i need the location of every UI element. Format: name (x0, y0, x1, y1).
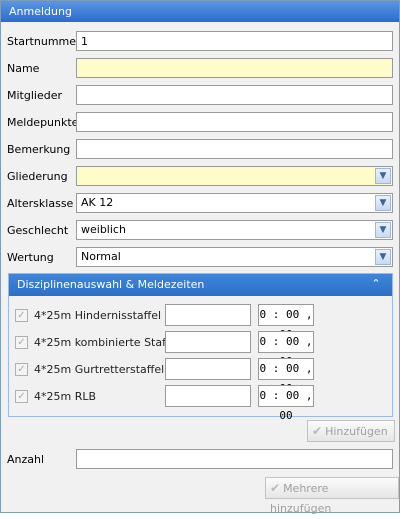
discipline-checkbox[interactable]: ✓ (15, 309, 28, 322)
mitglieder-label: Mitglieder (7, 89, 62, 102)
gliederung-label: Gliederung (7, 170, 68, 183)
bemerkung-label: Bemerkung (7, 143, 71, 156)
discipline-checkbox[interactable]: ✓ (15, 363, 28, 376)
discipline-label: 4*25m RLB (34, 390, 97, 403)
mitglieder-row: Mitglieder (1, 85, 399, 109)
name-label: Name (7, 62, 40, 75)
geschlecht-row: Geschlecht weiblich ▼ (1, 220, 399, 244)
geschlecht-value: weiblich (81, 223, 126, 236)
checkmark-icon: ✔ (270, 481, 281, 495)
startnummer-input[interactable] (76, 31, 393, 51)
name-input[interactable] (76, 58, 393, 78)
wertung-row: Wertung Normal ▼ (1, 247, 399, 271)
discipline-time-input[interactable]: 0 : 00 , 00 (258, 304, 314, 341)
wertung-value: Normal (81, 250, 121, 263)
discipline-entry-input[interactable] (165, 358, 251, 380)
wertung-label: Wertung (7, 251, 54, 264)
discipline-panel-title: Disziplinenauswahl & Meldezeiten (17, 278, 205, 291)
altersklasse-label: Altersklasse (7, 197, 74, 210)
altersklasse-value: AK 12 (81, 196, 114, 209)
checkmark-icon: ✔ (312, 424, 323, 438)
meldepunkte-row: Meldepunkte (1, 112, 399, 136)
bemerkung-input[interactable] (76, 139, 393, 159)
window-title: Anmeldung (1, 1, 399, 22)
discipline-row: ✓ 4*25m kombinierte Staffel 0 : 00 , 00 (9, 331, 392, 368)
chevron-down-icon[interactable]: ▼ (375, 249, 391, 265)
add-multiple-button[interactable]: ✔ Mehrere hinzufügen (265, 477, 399, 515)
discipline-panel-header: Disziplinenauswahl & Meldezeiten ⌃ (9, 274, 392, 296)
altersklasse-combo[interactable]: AK 12 ▼ (76, 193, 393, 213)
bemerkung-row: Bemerkung (1, 139, 399, 163)
chevron-down-icon[interactable]: ▼ (375, 222, 391, 238)
add-button[interactable]: ✔ Hinzufügen (307, 420, 395, 442)
discipline-entry-input[interactable] (165, 331, 251, 353)
geschlecht-label: Geschlecht (7, 224, 69, 237)
discipline-checkbox[interactable]: ✓ (15, 336, 28, 349)
discipline-time-input[interactable]: 0 : 00 , 00 (258, 358, 314, 395)
geschlecht-combo[interactable]: weiblich ▼ (76, 220, 393, 240)
meldepunkte-label: Meldepunkte (7, 116, 79, 129)
chevron-down-icon[interactable]: ▼ (375, 168, 391, 184)
wertung-combo[interactable]: Normal ▼ (76, 247, 393, 267)
discipline-label: 4*25m Gurtretterstaffel (34, 363, 165, 376)
mitglieder-input[interactable] (76, 85, 393, 105)
gliederung-row: Gliederung ▼ (1, 166, 399, 190)
discipline-entry-input[interactable] (165, 304, 251, 326)
discipline-checkbox[interactable]: ✓ (15, 390, 28, 403)
name-row: Name (1, 58, 399, 82)
anzahl-input[interactable] (76, 449, 393, 469)
add-button-label: Hinzufügen (325, 425, 388, 438)
startnummer-label: Startnummer (7, 35, 81, 48)
gliederung-combo[interactable]: ▼ (76, 166, 393, 186)
discipline-time-input[interactable]: 0 : 00 , 00 (258, 331, 314, 368)
collapse-icon[interactable]: ⌃ (368, 276, 384, 292)
discipline-row: ✓ 4*25m Gurtretterstaffel 0 : 00 , 00 (9, 358, 392, 395)
discipline-label: 4*25m kombinierte Staffel (34, 336, 180, 349)
startnummer-row: Startnummer (1, 31, 399, 55)
anzahl-label: Anzahl (7, 453, 45, 466)
chevron-down-icon[interactable]: ▼ (375, 195, 391, 211)
discipline-row: ✓ 4*25m RLB 0 : 00 , 00 (9, 385, 392, 422)
discipline-row: ✓ 4*25m Hindernisstaffel 0 : 00 , 00 (9, 304, 392, 341)
meldepunkte-input[interactable] (76, 112, 393, 132)
altersklasse-row: Altersklasse AK 12 ▼ (1, 193, 399, 217)
discipline-panel: Disziplinenauswahl & Meldezeiten ⌃ ✓ 4*2… (8, 273, 393, 422)
registration-window: Anmeldung Startnummer Name Mitglieder Me… (0, 0, 400, 515)
anzahl-row: Anzahl (1, 449, 399, 473)
discipline-entry-input[interactable] (165, 385, 251, 407)
discipline-label: 4*25m Hindernisstaffel (34, 309, 162, 322)
discipline-time-input[interactable]: 0 : 00 , 00 (258, 385, 314, 422)
